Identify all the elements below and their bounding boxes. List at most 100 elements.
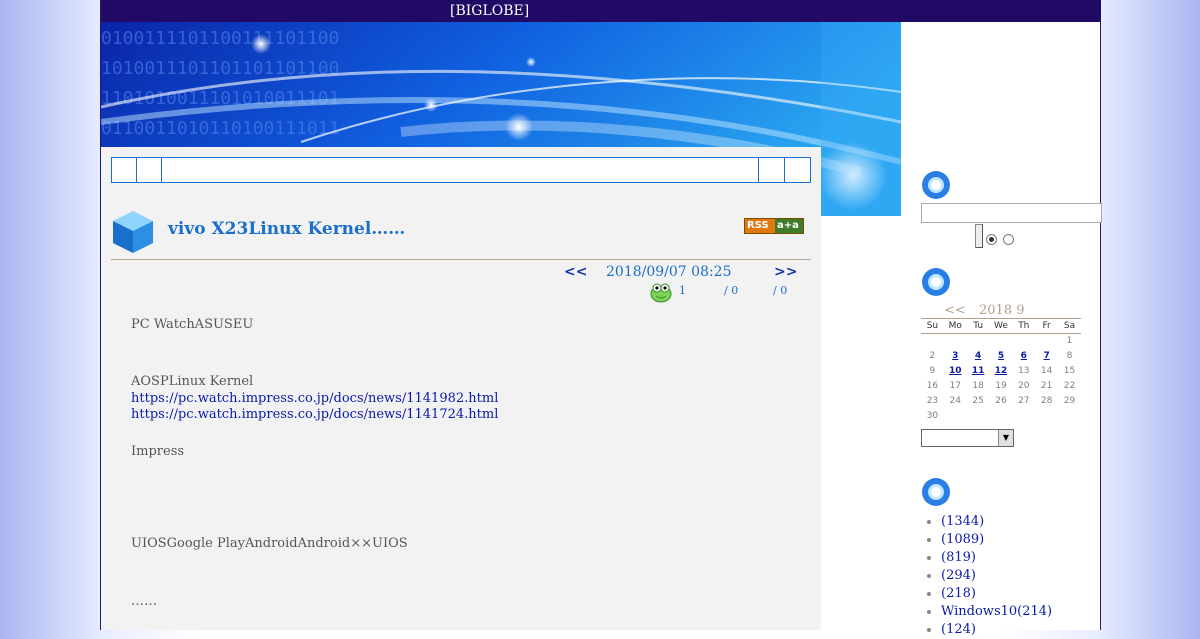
comment-count[interactable]: / 0 [724, 284, 738, 297]
next-entry-link[interactable]: >> [774, 264, 797, 280]
cube-icon [113, 211, 153, 253]
calendar-day: 27 [1018, 396, 1030, 406]
calendar-day: 26 [995, 396, 1007, 406]
calendar-day [944, 334, 967, 349]
calendar-day: 22 [1063, 381, 1076, 391]
svg-text:0100111101100111101100: 0100111101100111101100 [101, 28, 339, 49]
body-paragraph: …… [131, 594, 157, 609]
calendar-weekday: Su [921, 318, 944, 334]
calendar-day [1012, 409, 1035, 424]
entry-content-area: vivo X23Linux Kernel…… RSS a+a << 2018/0… [101, 147, 821, 630]
calendar-day [1035, 409, 1058, 424]
page-frame: [BIGLOBE] 0100111101100111101100 1010011… [100, 0, 1102, 637]
source-link[interactable]: https://pc.watch.impress.co.jp/docs/news… [131, 391, 498, 406]
category-link[interactable]: (1344) [941, 514, 984, 529]
category-item: (819) [941, 549, 1052, 567]
calendar-month-label: 2018 9 [979, 303, 1025, 318]
calendar-day[interactable]: 6 [1012, 349, 1035, 364]
search-scope-radio-web[interactable] [1003, 234, 1014, 245]
category-section-orb-icon [922, 478, 950, 506]
calendar-day: 19 [995, 381, 1007, 391]
category-item: (294) [941, 567, 1052, 585]
sidebar: << 2018 9 Su Mo Tu We Th Fr Sa 1 2 3 4 5 6 7 8 9 10 11 12… [921, 0, 1102, 637]
rss-label: RSS [745, 219, 775, 233]
trackback-count[interactable]: / 0 [773, 284, 787, 297]
source-link[interactable]: https://pc.watch.impress.co.jp/docs/news… [131, 407, 498, 422]
calendar-day: 17 [949, 381, 961, 391]
previous-entry-link[interactable]: << [564, 264, 587, 280]
reaction-counts: 1 / 0 / 0 [649, 281, 809, 303]
calendar-day: 18 [972, 381, 984, 391]
nav-cell-last[interactable] [784, 158, 810, 182]
search-input[interactable] [921, 203, 1102, 223]
calendar-day [990, 409, 1013, 424]
entry-title-row: vivo X23Linux Kernel…… RSS a+a [111, 207, 811, 260]
frog-icon[interactable] [649, 281, 673, 303]
calendar-day [967, 334, 990, 349]
calendar-day: 14 [1040, 366, 1053, 376]
calendar-day [1012, 334, 1035, 349]
calendar-day: 30 [926, 411, 939, 421]
calendar-day[interactable]: 10 [944, 364, 967, 379]
nav-cell-next[interactable] [758, 158, 784, 182]
category-link[interactable]: (1089) [941, 532, 984, 547]
entry-title[interactable]: vivo X23Linux Kernel…… [168, 219, 405, 239]
category-list: (1344) (1089) (819) (294) (218) Windows10(214… [921, 513, 1052, 639]
category-link[interactable]: (819) [941, 550, 976, 565]
calendar-day: 28 [1040, 396, 1053, 406]
calendar-weekday: We [989, 318, 1013, 334]
calendar-day: 24 [949, 396, 961, 406]
calendar-weekday: Th [1012, 318, 1036, 334]
calendar-day [1058, 409, 1081, 424]
calendar-day[interactable]: 12 [990, 364, 1013, 379]
category-item: (218) [941, 585, 1052, 603]
calendar-day [921, 334, 944, 349]
month-archive-select[interactable]: ▼ [921, 429, 1014, 447]
chevron-down-icon: ▼ [998, 430, 1013, 446]
calendar-day: 2 [929, 351, 936, 361]
calendar-day: 8 [1066, 351, 1073, 361]
calendar-weekday: Mo [943, 318, 967, 334]
category-link[interactable]: (218) [941, 586, 976, 601]
calendar-day: 9 [929, 366, 936, 376]
nav-cell-prev[interactable] [137, 158, 162, 182]
body-paragraph: Impress [131, 444, 185, 459]
calendar-day: 16 [926, 381, 939, 391]
calendar-day[interactable]: 4 [967, 349, 990, 364]
calendar-day [967, 409, 990, 424]
calendar-day[interactable]: 7 [1035, 349, 1058, 364]
search-section-orb-icon [922, 171, 950, 199]
calendar-day: 21 [1040, 381, 1053, 391]
calendar-day: 20 [1018, 381, 1030, 391]
calendar-day: 29 [1063, 396, 1076, 406]
category-item: Windows10(214) [941, 603, 1052, 621]
svg-text:0110011010110100111011: 0110011010110100111011 [101, 118, 339, 139]
calendar-weekday: Sa [1058, 318, 1081, 334]
calendar-day: 15 [1063, 366, 1076, 376]
search-button[interactable] [975, 224, 983, 248]
nav-cell-first[interactable] [112, 158, 137, 182]
body-paragraph: PC WatchASUSEU [131, 317, 254, 332]
entry-navigation-bar [111, 157, 811, 183]
category-link[interactable]: Windows10(214) [941, 604, 1052, 619]
category-item: (1089) [941, 531, 1052, 549]
entry-meta-row: << 2018/09/07 08:25 >> 1 / 0 / 0 [101, 264, 821, 304]
category-item: (124) [941, 621, 1052, 639]
biglobe-link[interactable]: [BIGLOBE] [450, 0, 529, 22]
calendar-day[interactable]: 11 [967, 364, 990, 379]
calendar-day[interactable]: 3 [944, 349, 967, 364]
rss-reader-label: a+a [775, 219, 803, 233]
like-count[interactable]: 1 [679, 284, 686, 297]
calendar-day: 13 [1018, 366, 1030, 376]
calendar-day [990, 334, 1013, 349]
calendar-day[interactable]: 5 [990, 349, 1013, 364]
rss-button[interactable]: RSS a+a [744, 218, 804, 234]
calendar-prev-link[interactable]: << [944, 303, 966, 318]
calendar-day: 25 [972, 396, 984, 406]
calendar-day: 23 [926, 396, 939, 406]
category-link[interactable]: (294) [941, 568, 976, 583]
search-scope-radio-blog[interactable] [986, 234, 997, 245]
category-item: (1344) [941, 513, 1052, 531]
calendar-weekday: Fr [1035, 318, 1059, 334]
body-paragraph: AOSPLinux Kernel [131, 374, 254, 389]
